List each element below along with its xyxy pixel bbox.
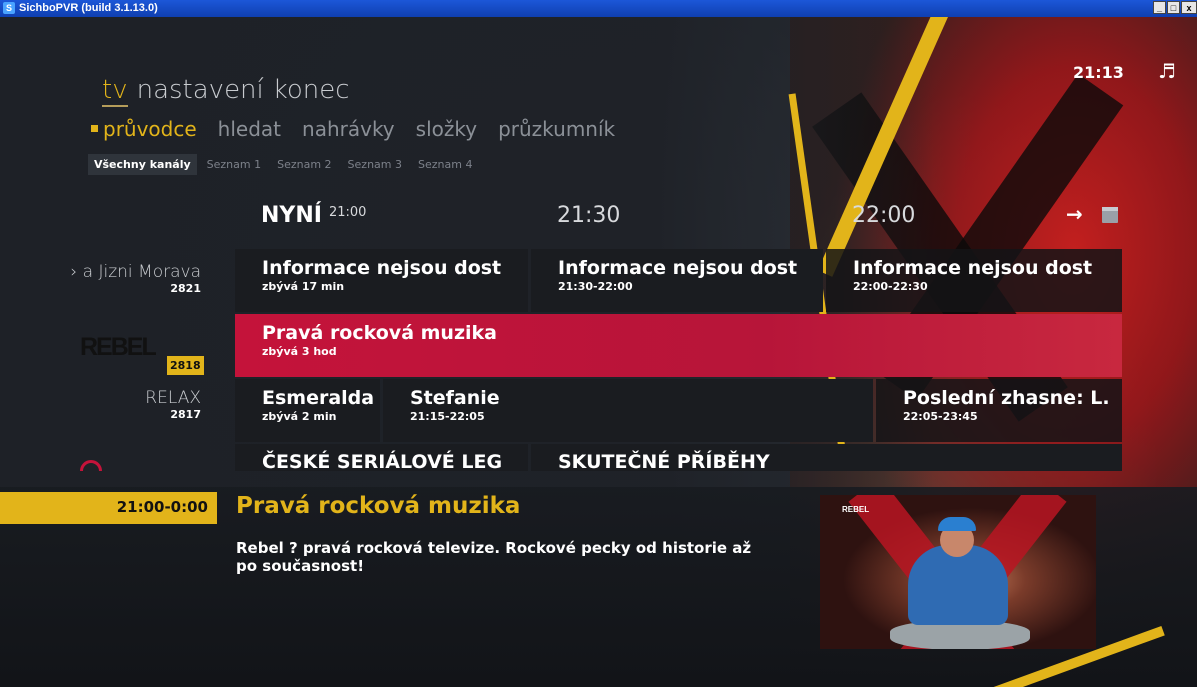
program-cell[interactable]: SKUTEČNÉ PŘÍBĚHY <box>531 444 1122 471</box>
channel-logo-rebel[interactable]: REBEL <box>80 333 157 362</box>
submenu-folders[interactable]: složky <box>416 117 477 141</box>
timeline-slot: 21:30 <box>557 203 621 228</box>
program-time: 22:05-23:45 <box>903 410 978 423</box>
program-cell[interactable]: ČESKÉ SERIÁLOVÉ LEG <box>235 444 528 471</box>
list-tab-3[interactable]: Seznam 3 <box>342 154 408 175</box>
program-cell[interactable]: Esmeralda zbývá 2 min <box>235 379 380 442</box>
menu-tv[interactable]: tv <box>102 75 128 107</box>
submenu-recordings[interactable]: nahrávky <box>302 117 395 141</box>
program-title: Esmeralda <box>262 387 375 409</box>
program-cell[interactable]: Informace nejsou dost zbývá 17 min <box>235 249 528 312</box>
program-time: 22:00-22:30 <box>853 280 928 293</box>
clock: 21:13 <box>1073 63 1124 82</box>
main-menu: tv nastavení konec <box>102 75 359 107</box>
list-tab-1[interactable]: Seznam 1 <box>201 154 267 175</box>
program-cell[interactable]: Informace nejsou dost 21:30-22:00 <box>531 249 823 312</box>
program-cell[interactable]: Informace nejsou dost 22:00-22:30 <box>826 249 1122 312</box>
program-title: SKUTEČNÉ PŘÍBĚHY <box>558 451 770 471</box>
channel-row-label[interactable]: › a Jizni Morava 2821 <box>40 262 201 295</box>
channel-number: 2821 <box>170 282 201 295</box>
sub-menu: průvodce hledat nahrávky složky průzkumník <box>91 117 636 141</box>
minimize-button[interactable]: _ <box>1153 1 1166 14</box>
menu-settings[interactable]: nastavení <box>137 75 264 105</box>
program-title: Informace nejsou dost <box>558 257 798 279</box>
preview-channel-logo: REBEL <box>842 505 870 514</box>
maximize-button[interactable]: □ <box>1167 1 1180 14</box>
submenu-search[interactable]: hledat <box>218 117 281 141</box>
channel-list-tabs: Všechny kanály Seznam 1 Seznam 2 Seznam 3 Se… <box>88 154 482 175</box>
window-title: SichboPVR (build 3.1.13.0) <box>19 2 158 14</box>
program-time: zbývá 17 min <box>262 280 345 293</box>
detail-description: Rebel ? pravá rocková televize. Rockové … <box>236 539 752 575</box>
list-tab-2[interactable]: Seznam 2 <box>271 154 337 175</box>
program-title: Poslední zhasne: L. <box>903 387 1110 409</box>
music-note-icon[interactable]: ♬ <box>1158 59 1176 83</box>
channel-logo-partial[interactable] <box>80 457 170 471</box>
program-title: Informace nejsou dost <box>262 257 502 279</box>
live-preview[interactable]: REBEL <box>820 495 1096 649</box>
program-title: Pravá rocková muzika <box>262 322 497 344</box>
submenu-explorer[interactable]: průzkumník <box>498 117 615 141</box>
window-titlebar: S SichboPVR (build 3.1.13.0) _ □ x <box>0 0 1197 17</box>
arrow-right-icon[interactable]: → <box>1066 202 1083 226</box>
menu-exit[interactable]: konec <box>273 75 350 105</box>
detail-time-badge: 21:00-0:00 <box>0 492 217 524</box>
program-cell[interactable]: Stefanie 21:15-22:05 <box>383 379 873 442</box>
channel-number: 2817 <box>170 408 201 421</box>
detail-time: 21:00-0:00 <box>116 498 208 516</box>
program-time: 21:15-22:05 <box>410 410 485 423</box>
main-stage: 21:13 ♬ tv nastavení konec průvodce hledat n… <box>0 17 1197 687</box>
program-title: Stefanie <box>410 387 500 409</box>
program-title: ČESKÉ SERIÁLOVÉ LEG <box>262 451 503 471</box>
program-time: zbývá 3 hod <box>262 345 337 358</box>
channel-name: › a Jizni Morava <box>70 262 201 282</box>
detail-title: Pravá rocková muzika <box>236 493 521 519</box>
active-bullet <box>91 125 98 132</box>
program-cell[interactable]: Poslední zhasne: L. 22:05-23:45 <box>876 379 1122 442</box>
list-tab-4[interactable]: Seznam 4 <box>412 154 478 175</box>
app-icon: S <box>3 2 15 14</box>
timeline-slot: 22:00 <box>852 203 916 228</box>
program-cell-selected[interactable]: Pravá rocková muzika zbývá 3 hod <box>235 314 1122 377</box>
timeline-now: NYNÍ 21:00 <box>261 203 367 228</box>
channel-number: 2818 <box>167 356 204 375</box>
program-time: 21:30-22:00 <box>558 280 633 293</box>
program-time: zbývá 2 min <box>262 410 337 423</box>
close-button[interactable]: x <box>1181 1 1197 14</box>
calendar-icon[interactable] <box>1102 207 1118 223</box>
channel-row-label[interactable]: RELAX 2817 <box>40 388 201 421</box>
list-tab-all[interactable]: Všechny kanály <box>88 154 197 175</box>
program-title: Informace nejsou dost <box>853 257 1093 279</box>
submenu-guide[interactable]: průvodce <box>91 117 197 141</box>
channel-name: RELAX <box>145 388 201 408</box>
